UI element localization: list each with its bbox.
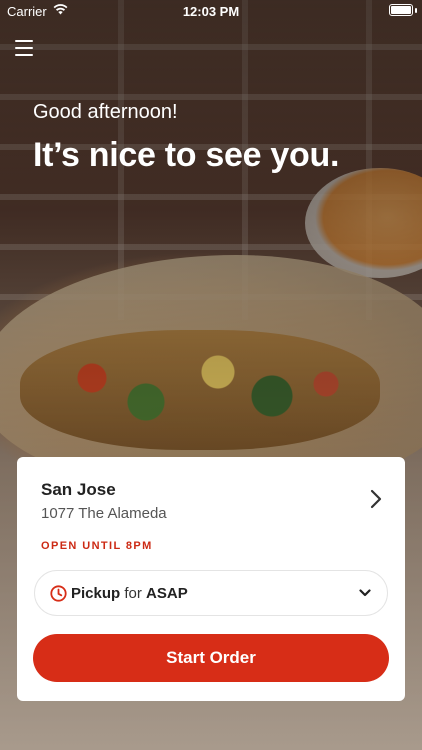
status-bar: Carrier 12:03 PM bbox=[0, 0, 422, 22]
battery-cap bbox=[415, 8, 417, 13]
store-address: 1077 The Alameda bbox=[41, 505, 167, 522]
greeting-text: Good afternoon! bbox=[33, 101, 178, 123]
location-card: San Jose 1077 The Alameda OPEN UNTIL 8PM… bbox=[17, 457, 405, 701]
pickup-summary: Pickup for ASAP bbox=[71, 585, 188, 602]
store-hours-status: OPEN UNTIL 8PM bbox=[41, 540, 153, 552]
hamburger-menu-icon[interactable] bbox=[15, 40, 35, 56]
pickup-time-selector[interactable]: Pickup for ASAP bbox=[34, 570, 388, 616]
clock-icon bbox=[50, 585, 67, 602]
store-location-row[interactable]: San Jose 1077 The Alameda bbox=[17, 457, 405, 537]
chevron-right-icon[interactable] bbox=[369, 489, 383, 509]
store-name: San Jose bbox=[41, 480, 116, 499]
pickup-time: ASAP bbox=[146, 585, 188, 602]
battery-icon bbox=[389, 4, 413, 16]
chevron-down-icon[interactable] bbox=[359, 588, 371, 598]
status-time: 12:03 PM bbox=[182, 4, 240, 19]
start-order-button[interactable]: Start Order bbox=[33, 634, 389, 682]
page-title: It’s nice to see you. bbox=[33, 136, 340, 174]
pickup-mode: Pickup bbox=[71, 585, 121, 602]
pickup-connector: for bbox=[124, 585, 142, 602]
